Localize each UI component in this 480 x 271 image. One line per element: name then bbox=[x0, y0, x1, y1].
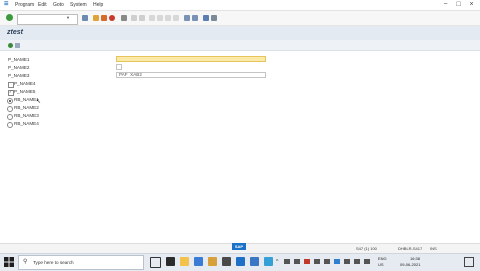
application-toolbar bbox=[0, 40, 480, 51]
file-explorer-icon[interactable] bbox=[180, 257, 189, 266]
p-name3-input[interactable] bbox=[116, 72, 266, 78]
browser-icon[interactable] bbox=[264, 257, 273, 266]
p-name2-label: P_NAME2 bbox=[8, 65, 30, 70]
menu-goto[interactable]: Goto bbox=[53, 2, 64, 8]
search-placeholder: Type here to search bbox=[33, 260, 74, 265]
menu-edit[interactable]: Edit bbox=[38, 2, 47, 8]
network-icon[interactable] bbox=[354, 259, 360, 264]
rb-name4-radio[interactable] bbox=[7, 122, 13, 128]
system-info[interactable]: S47 (1) 100 bbox=[356, 246, 377, 251]
menu-program[interactable]: Program bbox=[15, 2, 34, 8]
language-top[interactable]: ENG bbox=[378, 256, 387, 261]
p-name4-label: P_NAME4 bbox=[14, 81, 36, 86]
print-icon[interactable] bbox=[121, 15, 127, 21]
shortcut-icon[interactable] bbox=[192, 15, 198, 21]
sap-logo: SAP bbox=[232, 243, 246, 250]
save-icon[interactable] bbox=[82, 15, 88, 21]
rb-name2-radio[interactable] bbox=[7, 106, 13, 112]
tray-icon-1[interactable] bbox=[284, 259, 290, 264]
maximize-icon[interactable]: □ bbox=[453, 0, 464, 9]
search-icon: ⚲ bbox=[23, 259, 28, 265]
folder-icon[interactable] bbox=[208, 257, 217, 266]
terminal-icon[interactable] bbox=[222, 257, 231, 266]
clock-date[interactable]: 09-06-2021 bbox=[400, 262, 420, 267]
insert-mode: INS bbox=[430, 246, 437, 251]
rb-name1-radio[interactable] bbox=[7, 98, 13, 104]
next-page-icon[interactable] bbox=[165, 15, 171, 21]
p-name1-label: P_NAME1 bbox=[8, 57, 30, 62]
tray-icon-5[interactable] bbox=[324, 259, 330, 264]
rb-name2-label: RB_NAME2 bbox=[14, 105, 39, 110]
help-icon[interactable] bbox=[203, 15, 209, 21]
show-hidden-icons[interactable]: ^ bbox=[276, 259, 278, 265]
sap-gui-icon[interactable] bbox=[250, 257, 259, 266]
menu-bar: ☰ Program Edit Goto System Help − □ × bbox=[0, 0, 480, 11]
rb-name3-radio[interactable] bbox=[7, 114, 13, 120]
clock-time[interactable]: 16:38 bbox=[410, 256, 420, 261]
rb-name3-label: RB_NAME3 bbox=[14, 113, 39, 118]
battery-icon[interactable] bbox=[344, 259, 350, 264]
tray-icon-3[interactable] bbox=[304, 259, 310, 264]
minimize-icon[interactable]: − bbox=[440, 0, 451, 9]
rb-name4-label: RB_NAME4 bbox=[14, 121, 39, 126]
app-icon[interactable] bbox=[166, 257, 175, 266]
enter-icon[interactable] bbox=[6, 14, 13, 21]
find-icon[interactable] bbox=[131, 15, 137, 21]
p-name1-input[interactable] bbox=[116, 56, 266, 62]
layout-icon[interactable] bbox=[211, 15, 217, 21]
first-page-icon[interactable] bbox=[149, 15, 155, 21]
language-bottom[interactable]: US bbox=[378, 262, 384, 267]
exit-icon[interactable] bbox=[101, 15, 107, 21]
mail-icon[interactable] bbox=[194, 257, 203, 266]
p-name2-input[interactable] bbox=[116, 64, 122, 70]
menu-help[interactable]: Help bbox=[93, 2, 103, 8]
taskbar-search[interactable]: ⚲ Type here to search bbox=[18, 255, 144, 270]
new-session-icon[interactable] bbox=[184, 15, 190, 21]
notifications-icon[interactable] bbox=[464, 257, 474, 267]
tray-icon-6[interactable] bbox=[334, 259, 340, 264]
tray-icon-4[interactable] bbox=[314, 259, 320, 264]
close-icon[interactable]: × bbox=[466, 0, 477, 9]
tray-icon-2[interactable] bbox=[294, 259, 300, 264]
last-page-icon[interactable] bbox=[173, 15, 179, 21]
sap-logon-icon[interactable] bbox=[236, 257, 245, 266]
title-bar bbox=[0, 26, 480, 40]
p-name3-label: P_NAME3 bbox=[8, 73, 30, 78]
variant-icon[interactable] bbox=[15, 43, 20, 48]
previous-page-icon[interactable] bbox=[157, 15, 163, 21]
execute-icon[interactable] bbox=[8, 43, 13, 48]
menu-system[interactable]: System bbox=[70, 2, 87, 8]
sap-menu-icon[interactable]: ☰ bbox=[4, 1, 13, 8]
find-next-icon[interactable] bbox=[139, 15, 145, 21]
volume-icon[interactable] bbox=[364, 259, 370, 264]
back-icon[interactable] bbox=[93, 15, 99, 21]
cancel-icon[interactable] bbox=[109, 15, 115, 21]
windows-start-icon[interactable] bbox=[4, 257, 14, 267]
server-name: DHBLR-S417 bbox=[398, 246, 423, 251]
chevron-down-icon[interactable]: ▼ bbox=[66, 15, 70, 20]
page-title: ztest bbox=[7, 29, 23, 36]
p-name5-label: P_NAME5 bbox=[14, 89, 36, 94]
task-view-icon[interactable] bbox=[150, 257, 161, 268]
